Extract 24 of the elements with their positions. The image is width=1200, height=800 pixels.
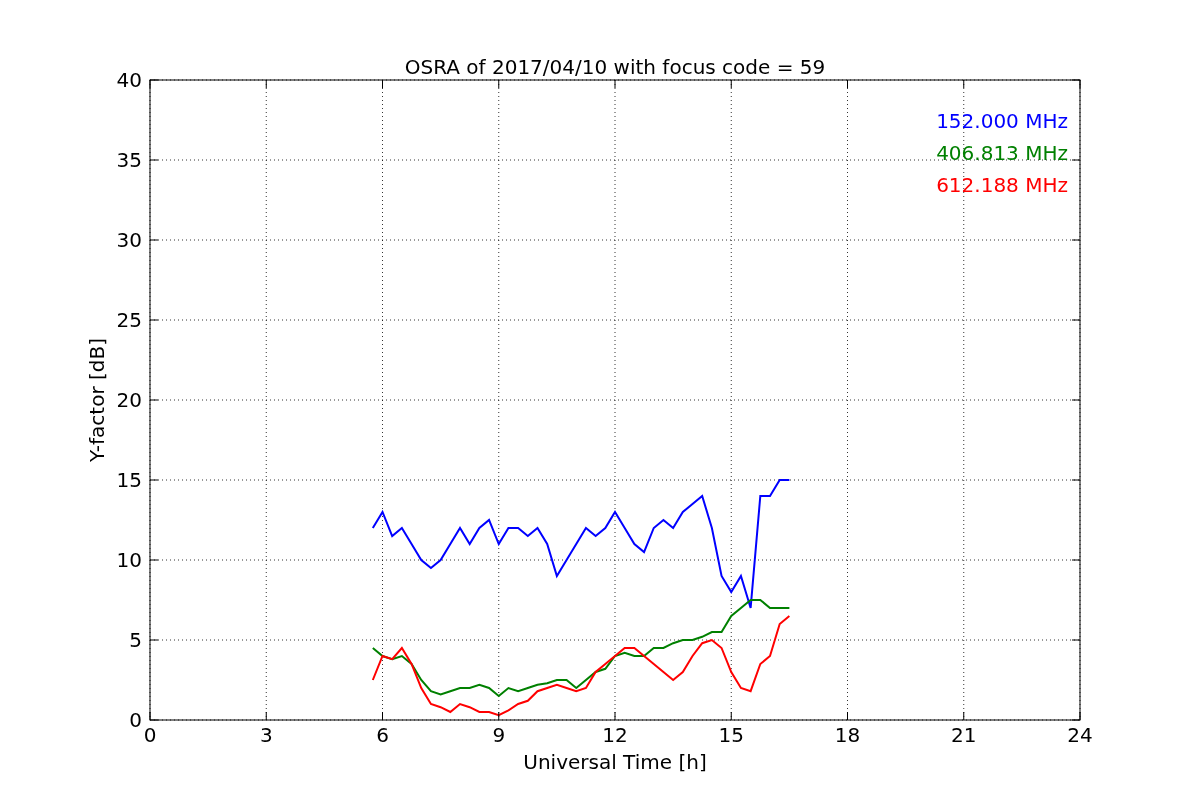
tick-label: 30 [116,228,142,252]
x-axis-label: Universal Time [h] [523,750,707,774]
y-axis-label: Y-factor [dB] [85,338,109,462]
tick-label: 24 [1067,723,1093,747]
chart-title: OSRA of 2017/04/10 with focus code = 59 [404,55,826,79]
tick-label: 3 [259,723,273,747]
tick-label: 15 [116,468,142,492]
tick-label: 10 [116,548,142,572]
legend-label: 612.188 MHz [936,173,1068,197]
legend-label: 152.000 MHz [936,109,1068,133]
tick-label: 5 [129,628,142,652]
tick-label: 12 [602,723,628,747]
tick-label: 6 [376,723,389,747]
tick-label: 15 [718,723,744,747]
tick-label: 40 [116,68,142,92]
tick-label: 35 [116,148,142,172]
tick-label: 0 [129,708,142,732]
tick-label: 9 [492,723,506,747]
tick-label: 18 [834,723,861,747]
legend-label: 406.813 MHz [936,141,1068,165]
tick-label: 20 [116,388,142,412]
tick-label: 21 [951,723,977,747]
tick-label: 25 [116,308,142,332]
tick-label: 0 [143,723,157,747]
